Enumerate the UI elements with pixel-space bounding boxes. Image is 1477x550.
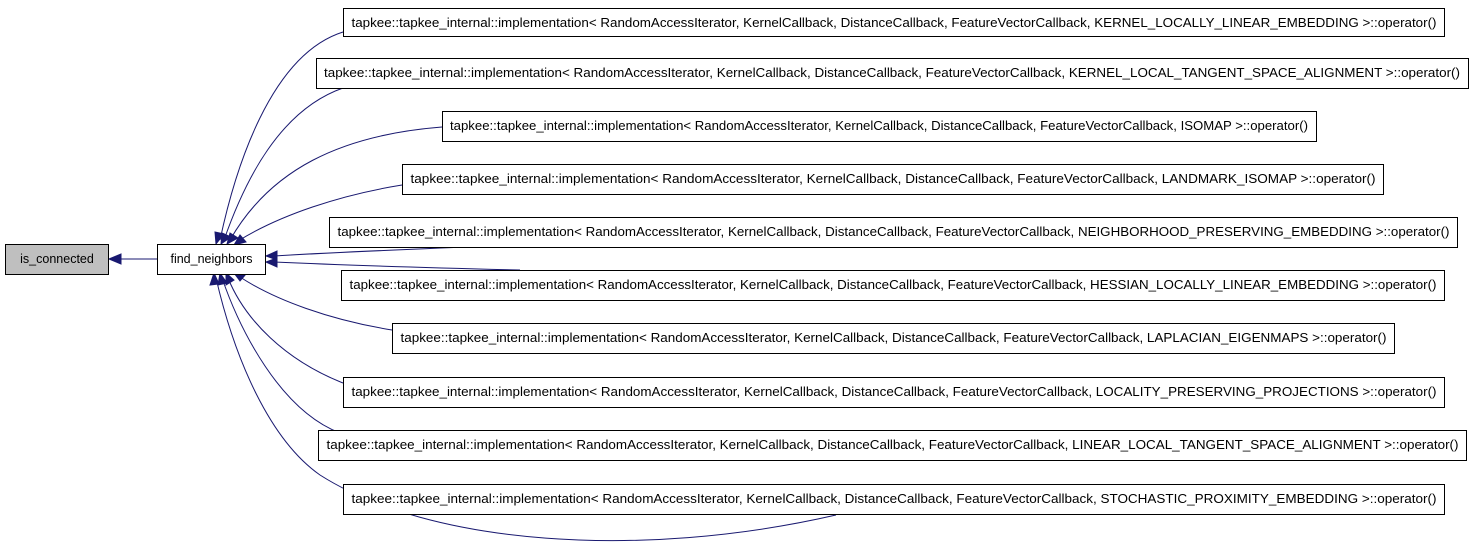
node-caller-2[interactable]: tapkee::tapkee_internal::implementation<… — [316, 58, 1469, 89]
node-caller-9[interactable]: tapkee::tapkee_internal::implementation<… — [318, 430, 1467, 461]
node-is-connected[interactable]: is_connected — [5, 244, 109, 275]
edge-caller-2 — [223, 87, 344, 241]
node-find-neighbors-label: find_neighbors — [170, 252, 252, 266]
node-is-connected-label: is_connected — [20, 252, 94, 266]
edge-caller-6 — [273, 261, 521, 271]
node-caller-1-label: tapkee::tapkee_internal::implementation<… — [352, 16, 1437, 30]
node-caller-6-label: tapkee::tapkee_internal::implementation<… — [350, 278, 1437, 292]
node-caller-1[interactable]: tapkee::tapkee_internal::implementation<… — [343, 8, 1445, 37]
node-caller-8-label: tapkee::tapkee_internal::implementation<… — [352, 385, 1437, 399]
caller-graph: is_connected find_neighbors tapkee::tapk… — [5, 8, 1469, 542]
node-caller-7[interactable]: tapkee::tapkee_internal::implementation<… — [392, 323, 1395, 354]
node-caller-7-label: tapkee::tapkee_internal::implementation<… — [401, 331, 1387, 345]
node-caller-3-label: tapkee::tapkee_internal::implementation<… — [450, 119, 1308, 133]
node-find-neighbors[interactable]: find_neighbors — [157, 244, 266, 275]
node-caller-10-label: tapkee::tapkee_internal::implementation<… — [352, 492, 1437, 506]
node-caller-8[interactable]: tapkee::tapkee_internal::implementation<… — [343, 377, 1445, 408]
node-caller-5[interactable]: tapkee::tapkee_internal::implementation<… — [329, 217, 1458, 248]
node-caller-4-label: tapkee::tapkee_internal::implementation<… — [411, 172, 1376, 186]
node-caller-4[interactable]: tapkee::tapkee_internal::implementation<… — [402, 164, 1384, 195]
node-caller-3[interactable]: tapkee::tapkee_internal::implementation<… — [442, 111, 1317, 142]
node-caller-2-label: tapkee::tapkee_internal::implementation<… — [324, 66, 1460, 80]
node-caller-9-label: tapkee::tapkee_internal::implementation<… — [327, 438, 1459, 452]
node-caller-10[interactable]: tapkee::tapkee_internal::implementation<… — [343, 484, 1445, 515]
edge-caller-8 — [227, 277, 344, 384]
node-caller-6[interactable]: tapkee::tapkee_internal::implementation<… — [341, 270, 1445, 301]
node-caller-5-label: tapkee::tapkee_internal::implementation<… — [338, 225, 1450, 239]
arrowhead-root — [107, 253, 122, 265]
arrowhead-6 — [264, 257, 278, 268]
